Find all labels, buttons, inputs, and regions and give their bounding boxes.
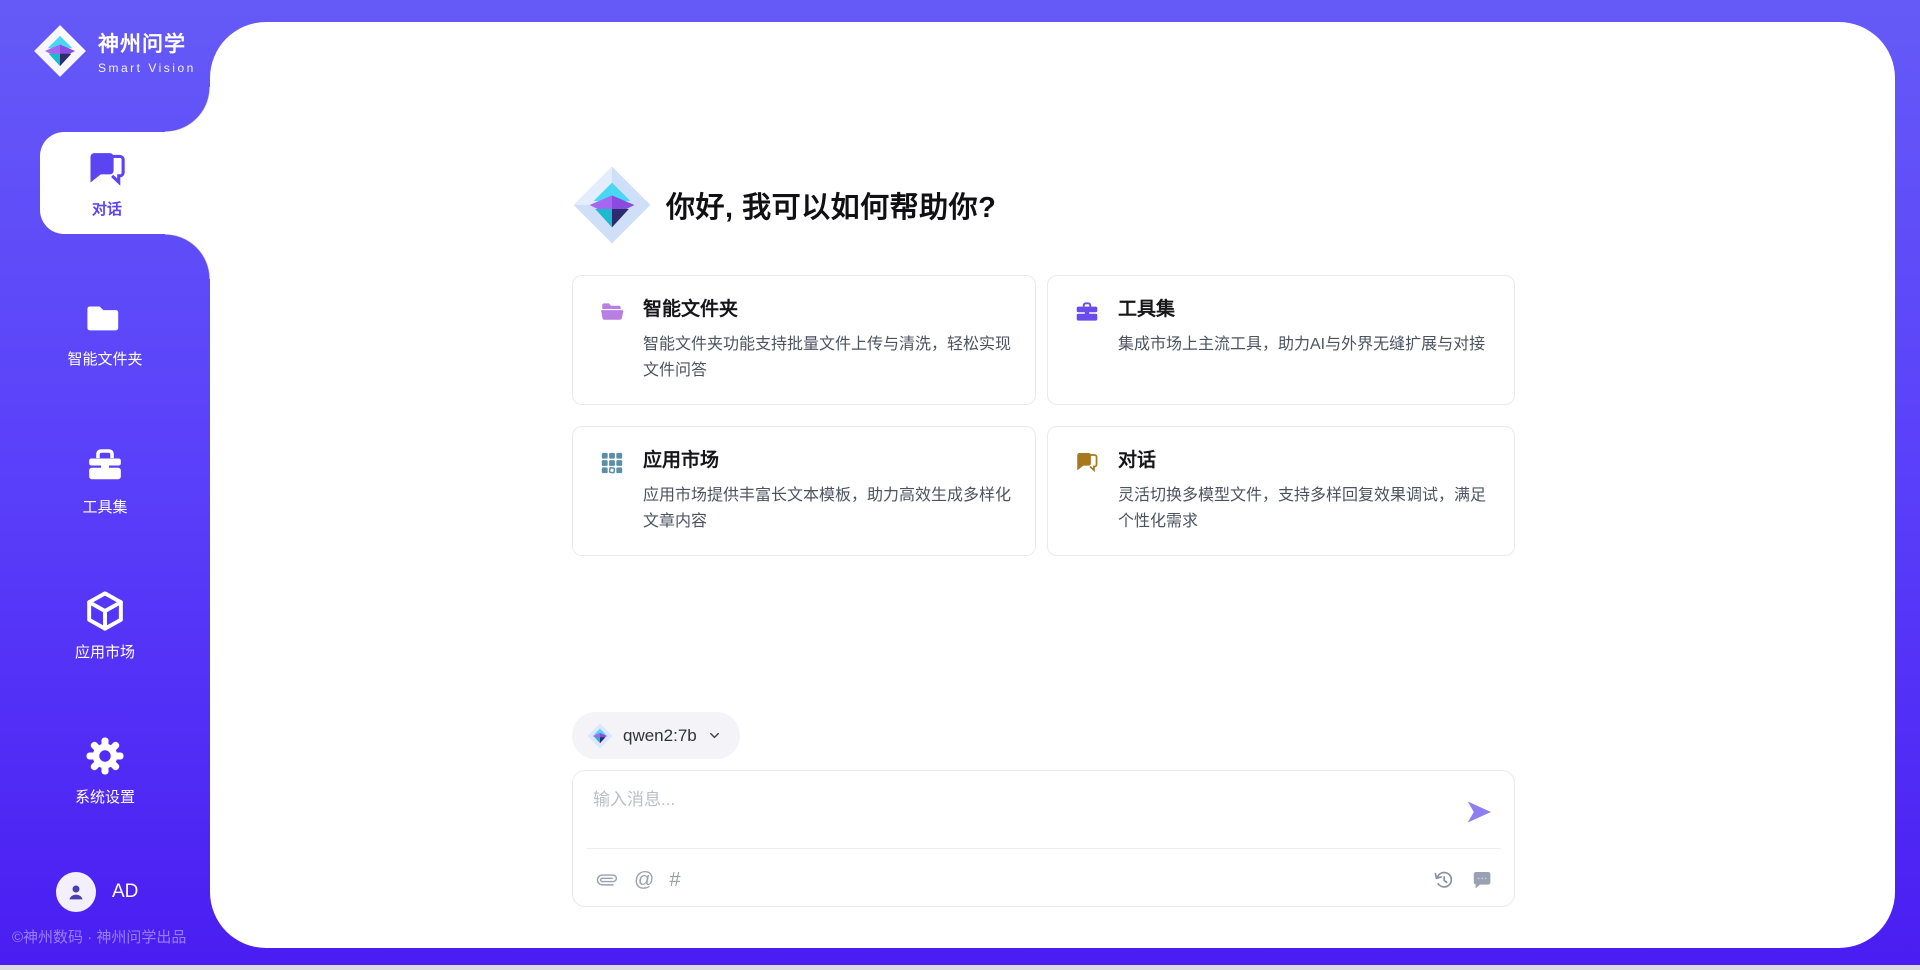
greeting-title: 你好, 我可以如何帮助你? (666, 184, 996, 226)
history-icon[interactable] (1432, 868, 1456, 892)
card-title: 对话 (1118, 448, 1490, 474)
composer-divider (586, 848, 1501, 849)
card-title: 工具集 (1118, 297, 1485, 323)
sidebar-item-label: 智能文件夹 (67, 348, 142, 369)
user-profile[interactable]: AD (56, 872, 138, 912)
card-description: 集成市场上主流工具，助力AI与外界无缝扩展与对接 (1118, 332, 1485, 358)
attachment-icon[interactable] (595, 868, 619, 892)
sidebar-item-label: 系统设置 (75, 786, 135, 807)
model-name: qwen2:7b (623, 726, 697, 746)
person-icon (64, 880, 88, 904)
horizontal-scrollbar[interactable] (0, 965, 1920, 970)
tab-curve-top (165, 87, 210, 132)
folder-icon (83, 296, 127, 340)
sidebar-item-label: 对话 (92, 198, 122, 219)
model-selector[interactable]: qwen2:7b (572, 712, 740, 759)
card-toolset[interactable]: 工具集 集成市场上主流工具，助力AI与外界无缝扩展与对接 (1047, 275, 1515, 405)
card-description: 智能文件夹功能支持批量文件上传与清洗，轻松实现文件问答 (643, 332, 1011, 384)
mention-icon[interactable]: @ (634, 870, 654, 890)
sidebar-item-app-market[interactable]: 应用市场 (0, 589, 210, 662)
sidebar-item-toolset[interactable]: 工具集 (0, 444, 210, 517)
folder-open-icon (599, 299, 625, 325)
cube-icon (83, 589, 127, 633)
card-description: 灵活切换多模型文件，支持多样回复效果调试，满足个性化需求 (1118, 483, 1490, 535)
feature-cards: 智能文件夹 智能文件夹功能支持批量文件上传与清洗，轻松实现文件问答 工具集 集成… (572, 275, 1515, 556)
composer-toolbar: @ # (595, 861, 1494, 899)
sidebar-item-smart-folder[interactable]: 智能文件夹 (0, 296, 210, 369)
card-description: 应用市场提供丰富长文本模板，助力高效生成多样化文章内容 (643, 483, 1011, 535)
copyright-footer: ©神州数码 · 神州问学出品 (12, 926, 186, 947)
toolbox-icon (83, 444, 127, 488)
greeting-diamond-icon (572, 165, 652, 245)
sidebar-item-label: 工具集 (82, 496, 127, 517)
user-initials: AD (112, 881, 138, 903)
send-icon[interactable] (1464, 797, 1494, 827)
greeting-block: 你好, 我可以如何帮助你? (572, 165, 996, 245)
chevron-down-icon (707, 728, 722, 743)
feedback-bubble-icon[interactable] (1470, 868, 1494, 892)
briefcase-icon (1074, 299, 1100, 325)
card-chat[interactable]: 对话 灵活切换多模型文件，支持多样回复效果调试，满足个性化需求 (1047, 426, 1515, 556)
chat-bubbles-icon (1074, 450, 1100, 476)
brand-diamond-icon (33, 24, 87, 78)
card-title: 智能文件夹 (643, 297, 1011, 323)
gear-icon (83, 734, 127, 778)
chat-bubbles-icon (85, 148, 129, 192)
app-logo: 神州问学 Smart Vision (33, 24, 196, 78)
avatar (56, 872, 96, 912)
brand-subtitle: Smart Vision (98, 61, 196, 75)
tab-curve-bottom (165, 234, 210, 279)
sidebar-item-chat[interactable]: 对话 (40, 132, 210, 234)
card-title: 应用市场 (643, 448, 1011, 474)
grid-icon (599, 450, 625, 476)
hashtag-icon[interactable]: # (669, 870, 680, 890)
sidebar-item-settings[interactable]: 系统设置 (0, 734, 210, 807)
message-composer: @ # (572, 770, 1515, 907)
card-smart-folder[interactable]: 智能文件夹 智能文件夹功能支持批量文件上传与清洗，轻松实现文件问答 (572, 275, 1036, 405)
message-input[interactable] (593, 785, 1433, 841)
sidebar-item-label: 应用市场 (75, 641, 135, 662)
brand-name: 神州问学 (98, 28, 196, 58)
model-diamond-icon (587, 723, 613, 749)
card-app-market[interactable]: 应用市场 应用市场提供丰富长文本模板，助力高效生成多样化文章内容 (572, 426, 1036, 556)
